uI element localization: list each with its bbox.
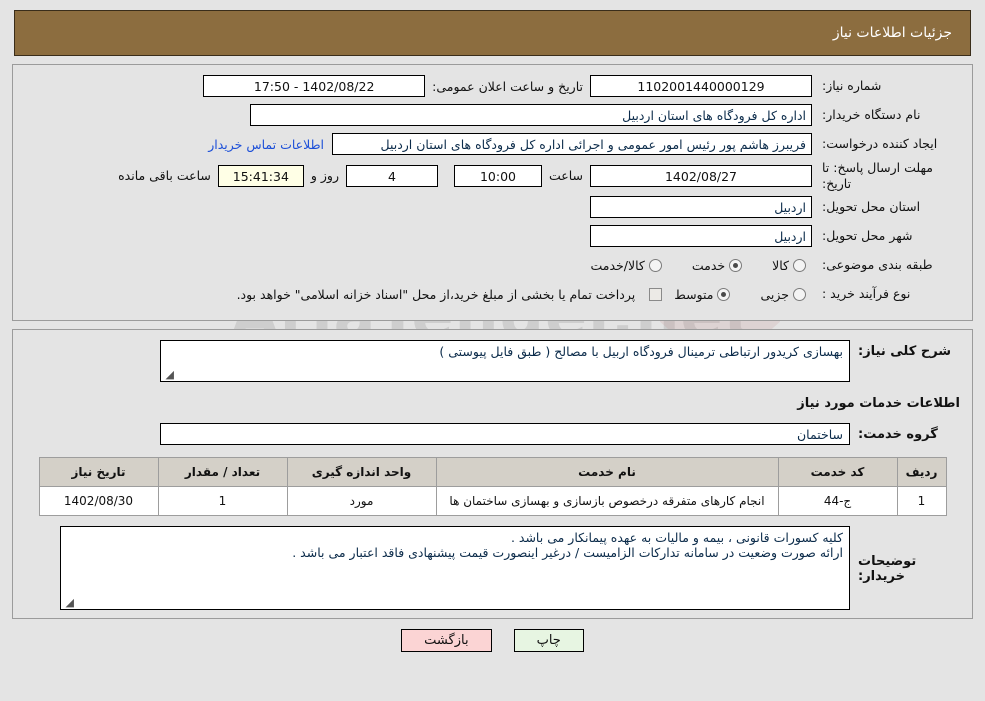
- process-option-jozii[interactable]: جزیی: [742, 287, 812, 302]
- announce-datetime-field[interactable]: 17:50 - 1402/08/22: [203, 75, 426, 97]
- buyer-notes-label: توضیحات خریدار:: [858, 554, 917, 585]
- services-heading: اطلاعات خدمات مورد نیاز: [797, 396, 960, 412]
- process-option-jozii-label: جزیی: [760, 286, 789, 302]
- treasury-bond-checkbox[interactable]: [649, 287, 663, 301]
- buyer-notes-textarea[interactable]: کلیه کسورات قانونی ، بیمه و مالیات به عه…: [60, 526, 850, 611]
- creator-field[interactable]: فریبرز هاشم پور رئیس امور عمومی و اجرائی…: [332, 133, 812, 155]
- items-table: ردیف کد خدمت نام خدمت واحد اندازه گیری ت…: [38, 457, 947, 517]
- resize-grip-icon-notes[interactable]: ◢: [64, 597, 74, 608]
- deadline-days-label: روز و: [310, 168, 339, 184]
- category-option-kala-khedmat-label: کالا/خدمت: [590, 257, 645, 273]
- deadline-label: مهلت ارسال پاسخ: تا تاریخ:: [822, 160, 933, 191]
- row-summary: شرح کلی نیاز: بهسازی کریدور ارتباطی ترمی…: [23, 340, 962, 383]
- th-name: نام خدمت: [435, 457, 779, 488]
- service-group-field[interactable]: ساختمان: [160, 423, 850, 446]
- buyer-notes-line-2: ارائه صورت وضعیت در سامانه تدارکات الزام…: [292, 545, 843, 561]
- summary-text: بهسازی کریدور ارتباطی ترمینال فرودگاه ار…: [439, 344, 843, 360]
- need-number-field[interactable]: 1102001440000129: [590, 75, 812, 97]
- deadline-hour-field[interactable]: 10:00: [453, 164, 542, 187]
- service-details-panel: شرح کلی نیاز: بهسازی کریدور ارتباطی ترمی…: [12, 329, 973, 620]
- deadline-date-field[interactable]: 1402/08/27: [590, 164, 812, 187]
- resize-grip-icon[interactable]: ◢: [164, 369, 174, 380]
- deadline-hour-label: ساعت: [548, 168, 583, 184]
- cell-qty: 1: [157, 486, 288, 517]
- cell-row: 1: [896, 486, 947, 517]
- announce-label: تاریخ و ساعت اعلان عمومی:: [432, 78, 583, 94]
- category-radio-group: کالا خدمت کالا/خدمت: [584, 258, 812, 273]
- service-group-label: گروه خدمت:: [858, 426, 938, 442]
- deadline-days-field[interactable]: 4: [345, 164, 438, 187]
- radio-icon-khedmat[interactable]: [729, 258, 743, 272]
- row-need-number: شماره نیاز: 1102001440000129 تاریخ و ساع…: [23, 73, 962, 99]
- cell-unit: مورد: [286, 486, 437, 517]
- page-title: جزئیات اطلاعات نیاز: [832, 25, 952, 41]
- category-option-khedmat-label: خدمت: [691, 257, 726, 273]
- category-option-kala-label: کالا: [772, 257, 789, 273]
- summary-textarea[interactable]: بهسازی کریدور ارتباطی ترمینال فرودگاه ار…: [160, 340, 850, 383]
- province-label: استان محل تحویل:: [822, 198, 921, 214]
- action-bar: چاپ بازگشت: [0, 629, 985, 653]
- province-field[interactable]: اردبیل: [590, 196, 812, 219]
- row-service-group: گروه خدمت: ساختمان: [23, 423, 962, 446]
- table-row: 1 ج-44 انجام کارهای متفرقه درخصوص بازساز…: [38, 486, 947, 517]
- radio-icon-kala-khedmat[interactable]: [648, 258, 662, 272]
- city-label: شهر محل تحویل:: [822, 227, 913, 243]
- cell-name: انجام کارهای متفرقه درخصوص بازسازی و بهس…: [435, 486, 779, 517]
- row-buyer-notes: توضیحات خریدار: کلیه کسورات قانونی ، بیم…: [23, 526, 962, 611]
- table-header-row: ردیف کد خدمت نام خدمت واحد اندازه گیری ت…: [38, 457, 947, 488]
- city-field[interactable]: اردبیل: [590, 225, 812, 248]
- need-info-panel: شماره نیاز: 1102001440000129 تاریخ و ساع…: [12, 64, 973, 322]
- summary-label: شرح کلی نیاز:: [858, 344, 952, 360]
- row-category: طبقه بندی موضوعی: کالا خدمت کالا/خدمت: [23, 252, 962, 278]
- creator-label: ایجاد کننده درخواست:: [822, 135, 938, 151]
- row-city: شهر محل تحویل: اردبیل: [23, 223, 962, 249]
- buyer-org-field[interactable]: اداره کل فرودگاه های استان اردبیل: [250, 104, 812, 126]
- radio-icon-kala[interactable]: [793, 258, 806, 272]
- buyer-contact-link[interactable]: اطلاعات تماس خریدار: [200, 137, 332, 152]
- back-button[interactable]: بازگشت: [401, 629, 492, 653]
- row-buyer-org: نام دستگاه خریدار: اداره کل فرودگاه های …: [23, 102, 962, 128]
- th-date: تاریخ نیاز: [38, 457, 159, 488]
- category-option-kala-khedmat[interactable]: کالا/خدمت: [590, 258, 667, 273]
- th-code: کد خدمت: [777, 457, 898, 488]
- need-number-label: شماره نیاز:: [822, 77, 882, 93]
- th-qty: تعداد / مقدار: [157, 457, 288, 488]
- category-option-khedmat[interactable]: خدمت: [674, 258, 748, 273]
- treasury-bond-note: پرداخت تمام یا بخشی از مبلغ خرید،از محل …: [236, 286, 636, 302]
- buyer-notes-line-1: کلیه کسورات قانونی ، بیمه و مالیات به عه…: [510, 530, 843, 546]
- items-table-wrapper: ردیف کد خدمت نام خدمت واحد اندازه گیری ت…: [23, 457, 962, 517]
- radio-icon-jozii[interactable]: [793, 287, 806, 301]
- process-option-motevaset-label: متوسط: [674, 286, 714, 302]
- buyer-org-label: نام دستگاه خریدار:: [822, 106, 921, 122]
- radio-icon-motevaset[interactable]: [717, 287, 731, 301]
- th-unit: واحد اندازه گیری: [286, 457, 437, 488]
- page-title-bar: جزئیات اطلاعات نیاز: [14, 10, 971, 56]
- row-creator: ایجاد کننده درخواست: فریبرز هاشم پور رئی…: [23, 131, 962, 157]
- th-row: ردیف: [896, 457, 947, 488]
- category-label: طبقه بندی موضوعی:: [822, 256, 933, 272]
- row-process-type: نوع فرآیند خرید : جزیی متوسط پرداخت تمام…: [23, 281, 962, 307]
- process-type-radio-group: جزیی متوسط: [668, 287, 812, 302]
- deadline-countdown-field: 15:41:34: [217, 164, 304, 187]
- row-province: استان محل تحویل: اردبیل: [23, 194, 962, 220]
- process-type-label: نوع فرآیند خرید :: [822, 285, 911, 301]
- category-option-kala[interactable]: کالا: [754, 258, 812, 273]
- print-button[interactable]: چاپ: [513, 629, 584, 653]
- cell-code: ج-44: [777, 486, 898, 517]
- cell-date: 1402/08/30: [38, 486, 159, 517]
- deadline-remaining-label: ساعت باقی مانده: [118, 168, 211, 184]
- process-option-motevaset[interactable]: متوسط: [674, 287, 736, 302]
- row-deadline: مهلت ارسال پاسخ: تا تاریخ: 1402/08/27 سا…: [23, 160, 962, 191]
